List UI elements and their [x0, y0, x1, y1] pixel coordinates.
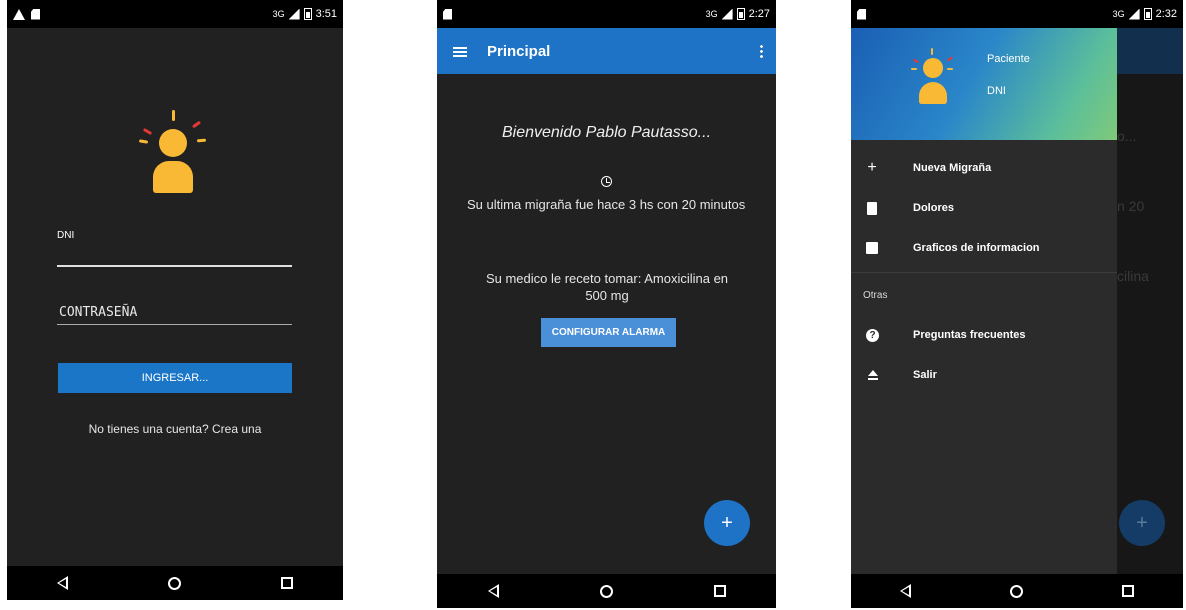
dni-field[interactable] — [57, 265, 292, 267]
drawer-item-label: Salir — [913, 369, 937, 381]
drawer-item-new-migraine[interactable]: + Nueva Migraña — [851, 156, 1117, 180]
status-time: 2:32 — [1155, 8, 1177, 20]
password-field[interactable]: CONTRASEÑA — [59, 305, 137, 320]
drawer-divider — [851, 272, 1117, 273]
login-button[interactable]: INGRESAR... — [58, 363, 292, 393]
add-fab[interactable]: + — [704, 500, 750, 546]
dimmed-add-fab: + — [1119, 500, 1165, 546]
user-name: Paciente — [987, 53, 1030, 65]
welcome-text: Bienvenido Pablo Pautasso... — [501, 124, 712, 141]
nav-bar — [7, 566, 343, 600]
dimmed-text: cilina — [1117, 268, 1149, 284]
login-screen: 3G 3:51 DNI CONTRASEÑA INGRESAR... No ti… — [7, 0, 343, 600]
network-type: 3G — [1112, 9, 1125, 19]
section-header-otras: Otras — [863, 290, 888, 301]
password-underline — [57, 324, 292, 325]
home-icon[interactable] — [1009, 584, 1023, 598]
clipboard-icon — [867, 201, 877, 215]
sim-icon — [857, 8, 866, 20]
prescription-text: Su medico le receto tomar: Amoxicilina e… — [485, 271, 729, 303]
dimmed-text: o... — [1117, 128, 1137, 144]
battery-icon — [303, 8, 312, 20]
drawer-item-dolores[interactable]: Dolores — [851, 196, 1117, 220]
menu-icon[interactable] — [453, 47, 467, 57]
drawer-item-label: Preguntas frecuentes — [913, 329, 1026, 341]
status-bar: 3G 2:32 — [851, 0, 1183, 28]
main-screen: 3G 2:27 Principal Bienvenido Pablo Pauta… — [437, 0, 776, 608]
last-migraine-text: Su ultima migraña fue hace 3 hs con 20 m… — [467, 197, 746, 212]
status-time: 3:51 — [315, 8, 337, 20]
back-icon[interactable] — [900, 584, 912, 598]
drawer-item-charts[interactable]: Graficos de informacion — [851, 236, 1117, 260]
clock-icon — [601, 176, 612, 187]
drawer-screen: 3G 2:32 o... n 20 cilina + Paciente DNI — [851, 0, 1183, 608]
status-time: 2:27 — [748, 8, 770, 20]
drawer-item-logout[interactable]: Salir — [851, 363, 1117, 387]
back-icon[interactable] — [487, 584, 499, 598]
drawer-item-label: Dolores — [913, 202, 954, 214]
drawer-item-label: Graficos de informacion — [913, 242, 1040, 254]
navigation-drawer: Paciente DNI + Nueva Migraña Dolores Gra… — [851, 28, 1117, 574]
drawer-item-label: Nueva Migraña — [913, 162, 992, 174]
plus-icon: + — [867, 159, 877, 176]
nav-bar — [851, 574, 1183, 608]
battery-icon — [736, 8, 745, 20]
more-options-icon[interactable] — [760, 44, 763, 58]
back-icon[interactable] — [57, 576, 68, 590]
status-bar: 3G 3:51 — [7, 0, 343, 28]
signal-icon — [288, 8, 300, 20]
recents-icon[interactable] — [713, 585, 726, 597]
warning-icon — [13, 8, 25, 20]
dni-label: DNI — [57, 230, 75, 241]
drawer-item-faq[interactable]: ? Preguntas frecuentes — [851, 323, 1117, 347]
app-bar: Principal — [437, 28, 776, 74]
app-logo — [137, 105, 217, 200]
network-type: 3G — [272, 9, 285, 19]
user-dni: DNI — [987, 85, 1006, 97]
user-avatar — [911, 48, 961, 108]
home-icon[interactable] — [599, 584, 613, 598]
signal-icon — [721, 8, 733, 20]
configure-alarm-button[interactable]: CONFIGURAR ALARMA — [541, 318, 676, 347]
eject-icon — [866, 368, 880, 382]
page-title: Principal — [487, 43, 551, 60]
signal-icon — [1128, 8, 1140, 20]
dimmed-text: n 20 — [1117, 198, 1145, 214]
recents-icon[interactable] — [281, 577, 293, 589]
battery-icon — [1143, 8, 1152, 20]
chart-icon — [866, 242, 878, 254]
network-type: 3G — [705, 9, 718, 19]
help-icon: ? — [866, 328, 879, 342]
sim-icon — [443, 8, 452, 20]
recents-icon[interactable] — [1121, 585, 1134, 597]
sim-icon — [31, 8, 40, 20]
signup-link[interactable]: No tienes una cuenta? Crea una — [7, 422, 343, 436]
nav-bar — [437, 574, 776, 608]
status-bar: 3G 2:27 — [437, 0, 776, 28]
home-icon[interactable] — [168, 576, 181, 590]
drawer-header: Paciente DNI — [851, 28, 1117, 140]
